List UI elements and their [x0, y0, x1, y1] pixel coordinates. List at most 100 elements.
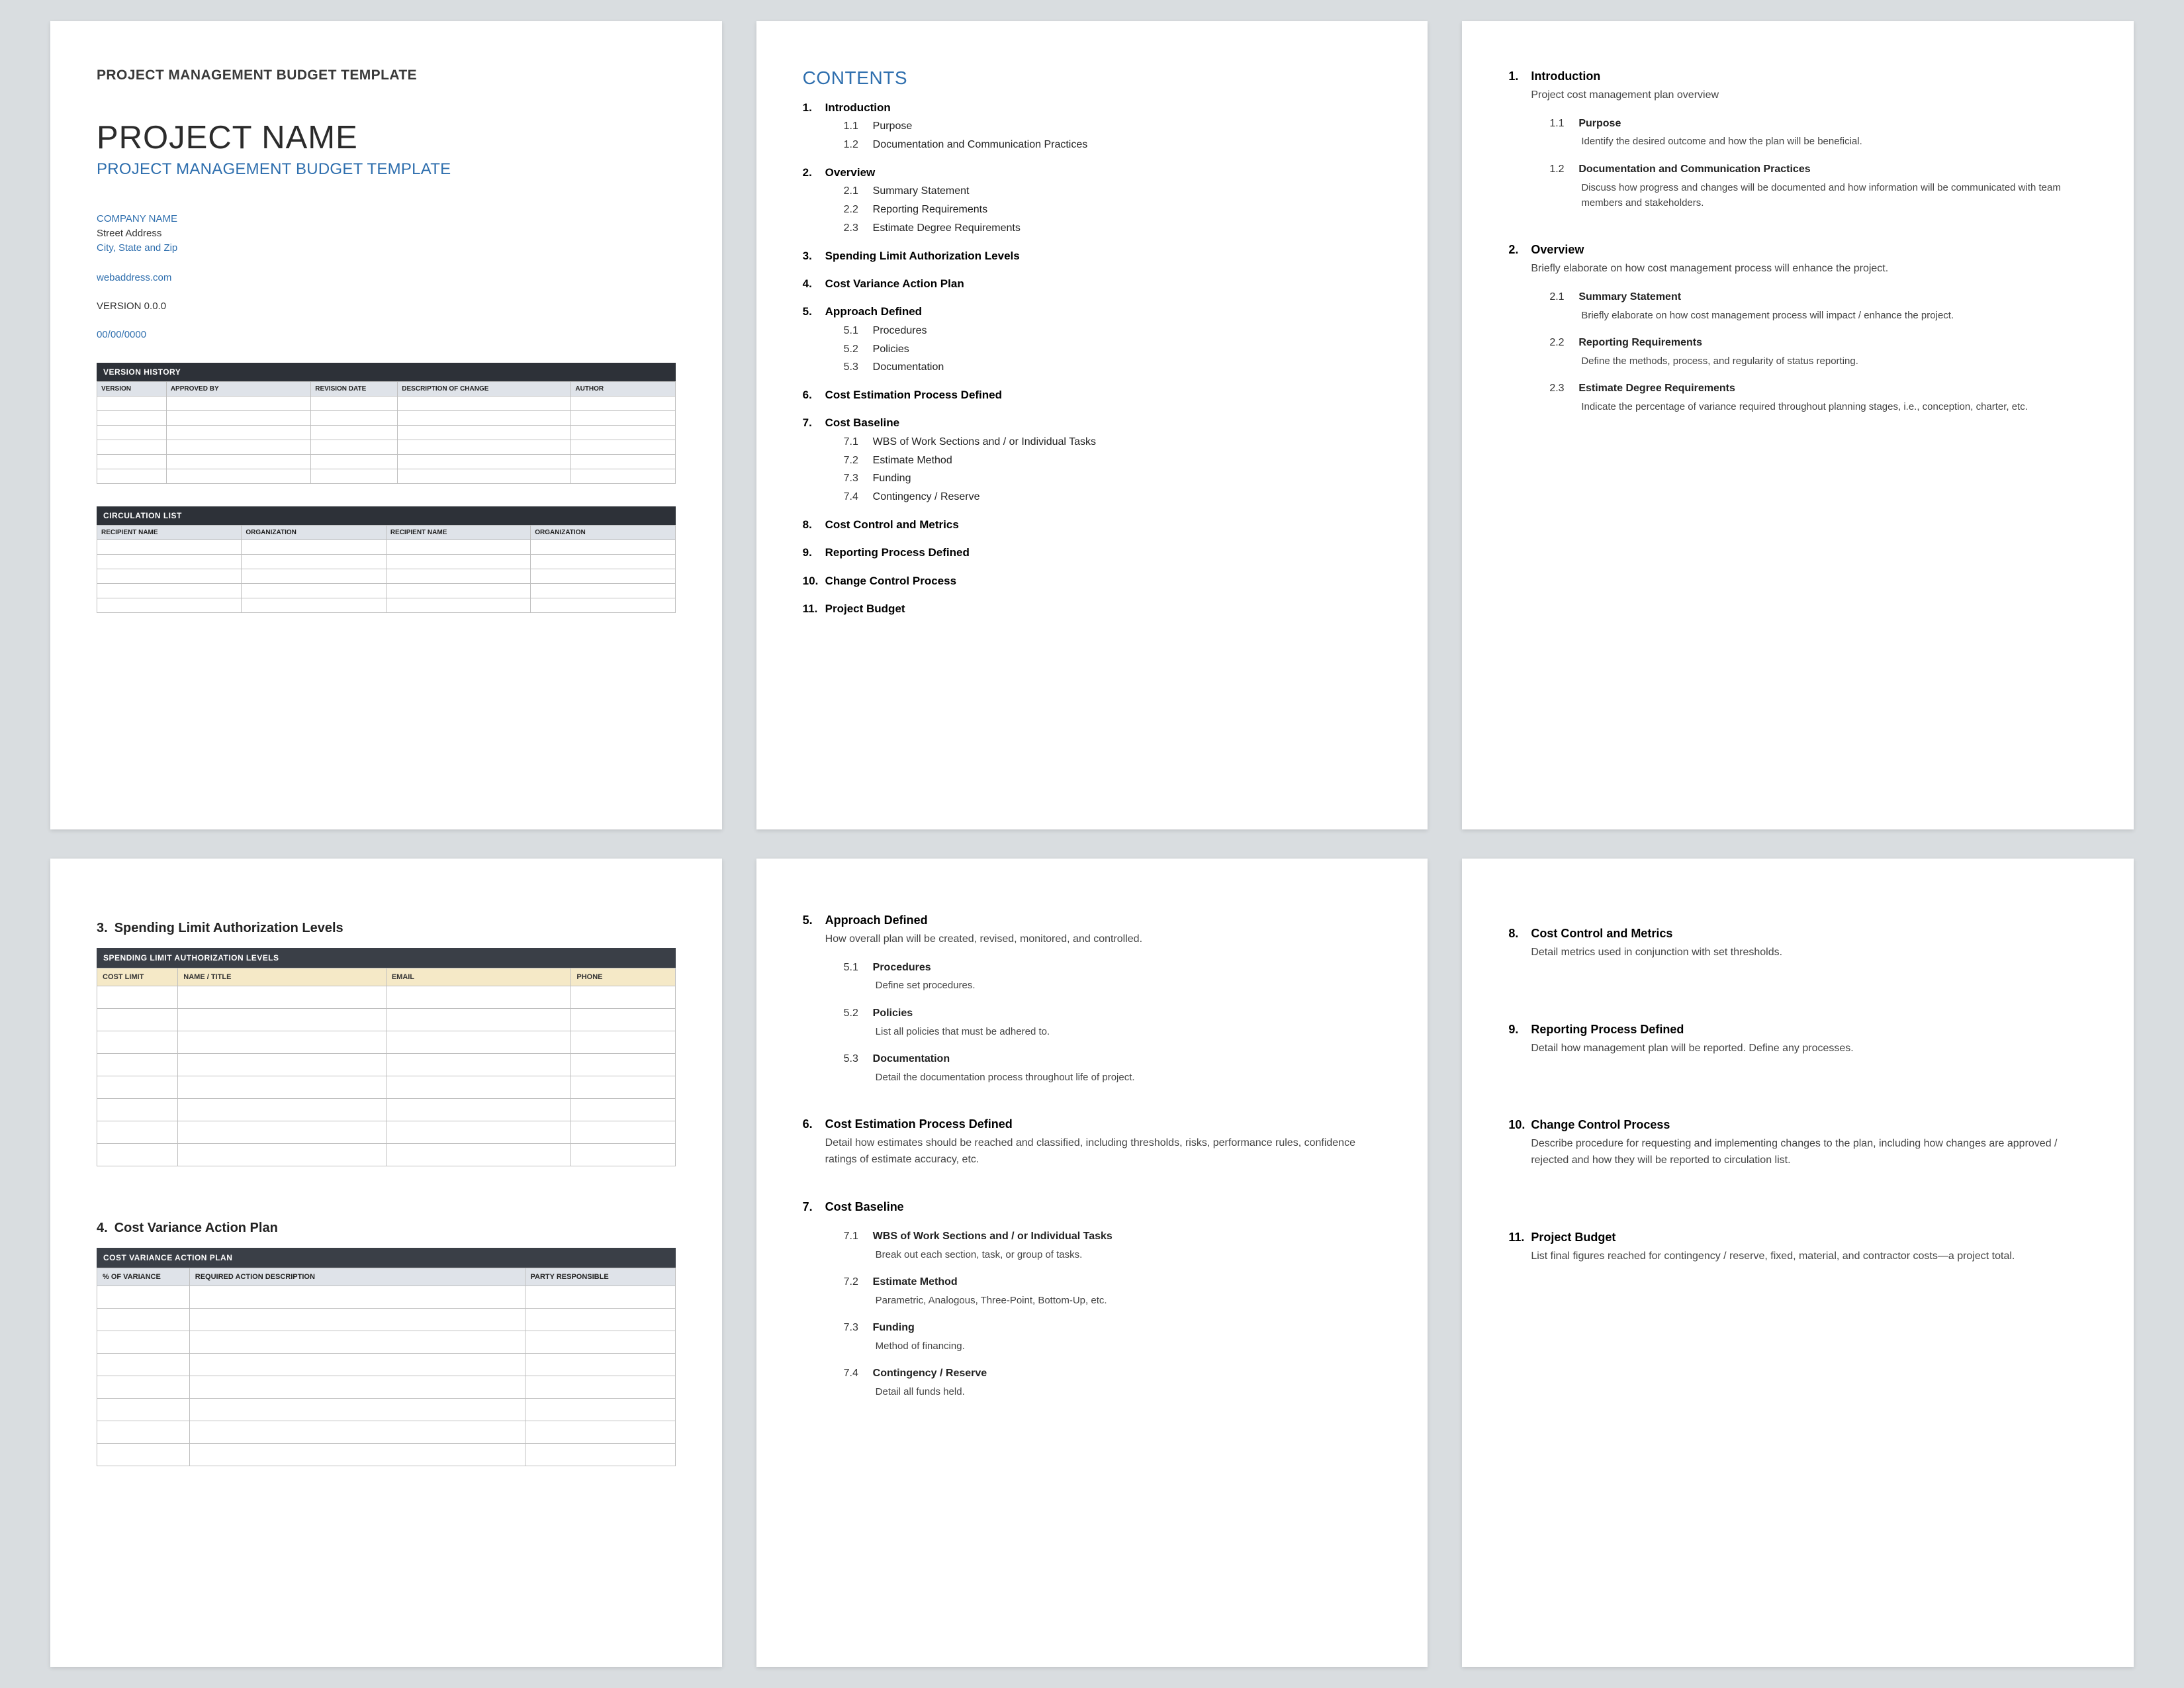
table-cell[interactable] [97, 1286, 190, 1309]
table-cell[interactable] [97, 1031, 178, 1054]
table-cell[interactable] [311, 411, 398, 426]
table-cell[interactable] [166, 455, 310, 469]
table-cell[interactable] [97, 584, 242, 598]
table-cell[interactable] [386, 1076, 571, 1099]
table-cell[interactable] [571, 1031, 675, 1054]
table-cell[interactable] [178, 1031, 387, 1054]
table-cell[interactable] [166, 469, 310, 484]
table-cell[interactable] [97, 555, 242, 569]
table-cell[interactable] [571, 426, 675, 440]
table-cell[interactable] [398, 455, 571, 469]
table-cell[interactable] [189, 1376, 525, 1399]
table-cell[interactable] [97, 986, 178, 1009]
table-cell[interactable] [97, 1309, 190, 1331]
table-cell[interactable] [386, 598, 530, 613]
table-cell[interactable] [571, 1099, 675, 1121]
table-cell[interactable] [178, 986, 387, 1009]
table-cell[interactable] [189, 1444, 525, 1466]
table-cell[interactable] [189, 1309, 525, 1331]
table-cell[interactable] [97, 540, 242, 555]
table-cell[interactable] [97, 598, 242, 613]
table-cell[interactable] [571, 397, 675, 411]
toc-item[interactable]: 1Introduction [803, 99, 1382, 117]
table-cell[interactable] [178, 1144, 387, 1166]
table-cell[interactable] [97, 569, 242, 584]
table-cell[interactable] [571, 1054, 675, 1076]
table-cell[interactable] [97, 1144, 178, 1166]
table-cell[interactable] [571, 986, 675, 1009]
table-cell[interactable] [178, 1009, 387, 1031]
table-cell[interactable] [525, 1444, 675, 1466]
table-cell[interactable] [189, 1399, 525, 1421]
table-cell[interactable] [571, 411, 675, 426]
table-cell[interactable] [166, 440, 310, 455]
table-cell[interactable] [525, 1421, 675, 1444]
table-cell[interactable] [531, 540, 675, 555]
table-cell[interactable] [189, 1354, 525, 1376]
toc-subitem[interactable]: 5.2Policies [844, 342, 1382, 358]
table-cell[interactable] [386, 569, 530, 584]
table-cell[interactable] [525, 1331, 675, 1354]
table-cell[interactable] [386, 1054, 571, 1076]
table-cell[interactable] [311, 426, 398, 440]
table-cell[interactable] [386, 1009, 571, 1031]
table-cell[interactable] [398, 397, 571, 411]
table-cell[interactable] [242, 598, 386, 613]
table-cell[interactable] [571, 1121, 675, 1144]
table-cell[interactable] [386, 1144, 571, 1166]
table-cell[interactable] [386, 584, 530, 598]
table-cell[interactable] [525, 1376, 675, 1399]
table-cell[interactable] [242, 584, 386, 598]
table-cell[interactable] [178, 1054, 387, 1076]
table-cell[interactable] [166, 411, 310, 426]
toc-item[interactable]: 5Approach Defined [803, 303, 1382, 320]
table-cell[interactable] [178, 1076, 387, 1099]
table-cell[interactable] [311, 440, 398, 455]
table-cell[interactable] [242, 555, 386, 569]
table-cell[interactable] [571, 1076, 675, 1099]
table-cell[interactable] [189, 1286, 525, 1309]
table-cell[interactable] [525, 1354, 675, 1376]
toc-subitem[interactable]: 7.4Contingency / Reserve [844, 489, 1382, 506]
table-cell[interactable] [571, 1009, 675, 1031]
table-cell[interactable] [166, 397, 310, 411]
toc-subitem[interactable]: 5.3Documentation [844, 359, 1382, 376]
table-cell[interactable] [97, 1376, 190, 1399]
table-cell[interactable] [386, 986, 571, 1009]
table-cell[interactable] [386, 1121, 571, 1144]
table-cell[interactable] [97, 455, 167, 469]
table-cell[interactable] [531, 555, 675, 569]
toc-item[interactable]: 11Project Budget [803, 600, 1382, 618]
table-cell[interactable] [97, 1121, 178, 1144]
table-cell[interactable] [97, 1331, 190, 1354]
table-cell[interactable] [386, 555, 530, 569]
table-cell[interactable] [97, 397, 167, 411]
table-cell[interactable] [571, 1144, 675, 1166]
toc-subitem[interactable]: 1.2Documentation and Communication Pract… [844, 137, 1382, 154]
table-cell[interactable] [311, 455, 398, 469]
toc-item[interactable]: 9Reporting Process Defined [803, 544, 1382, 561]
table-cell[interactable] [386, 1099, 571, 1121]
table-cell[interactable] [178, 1121, 387, 1144]
table-cell[interactable] [242, 540, 386, 555]
table-cell[interactable] [97, 1354, 190, 1376]
table-cell[interactable] [189, 1421, 525, 1444]
toc-subitem[interactable]: 7.3Funding [844, 471, 1382, 487]
toc-subitem[interactable]: 2.2Reporting Requirements [844, 202, 1382, 218]
table-cell[interactable] [97, 1399, 190, 1421]
toc-item[interactable]: 6Cost Estimation Process Defined [803, 387, 1382, 404]
table-cell[interactable] [531, 569, 675, 584]
table-cell[interactable] [97, 426, 167, 440]
table-cell[interactable] [531, 598, 675, 613]
table-cell[interactable] [398, 426, 571, 440]
table-cell[interactable] [386, 1031, 571, 1054]
table-cell[interactable] [97, 1421, 190, 1444]
toc-subitem[interactable]: 2.1Summary Statement [844, 183, 1382, 200]
toc-subitem[interactable]: 2.3Estimate Degree Requirements [844, 220, 1382, 237]
table-cell[interactable] [189, 1331, 525, 1354]
table-cell[interactable] [97, 1009, 178, 1031]
toc-item[interactable]: 3Spending Limit Authorization Levels [803, 248, 1382, 265]
table-cell[interactable] [398, 411, 571, 426]
table-cell[interactable] [571, 455, 675, 469]
table-cell[interactable] [311, 469, 398, 484]
